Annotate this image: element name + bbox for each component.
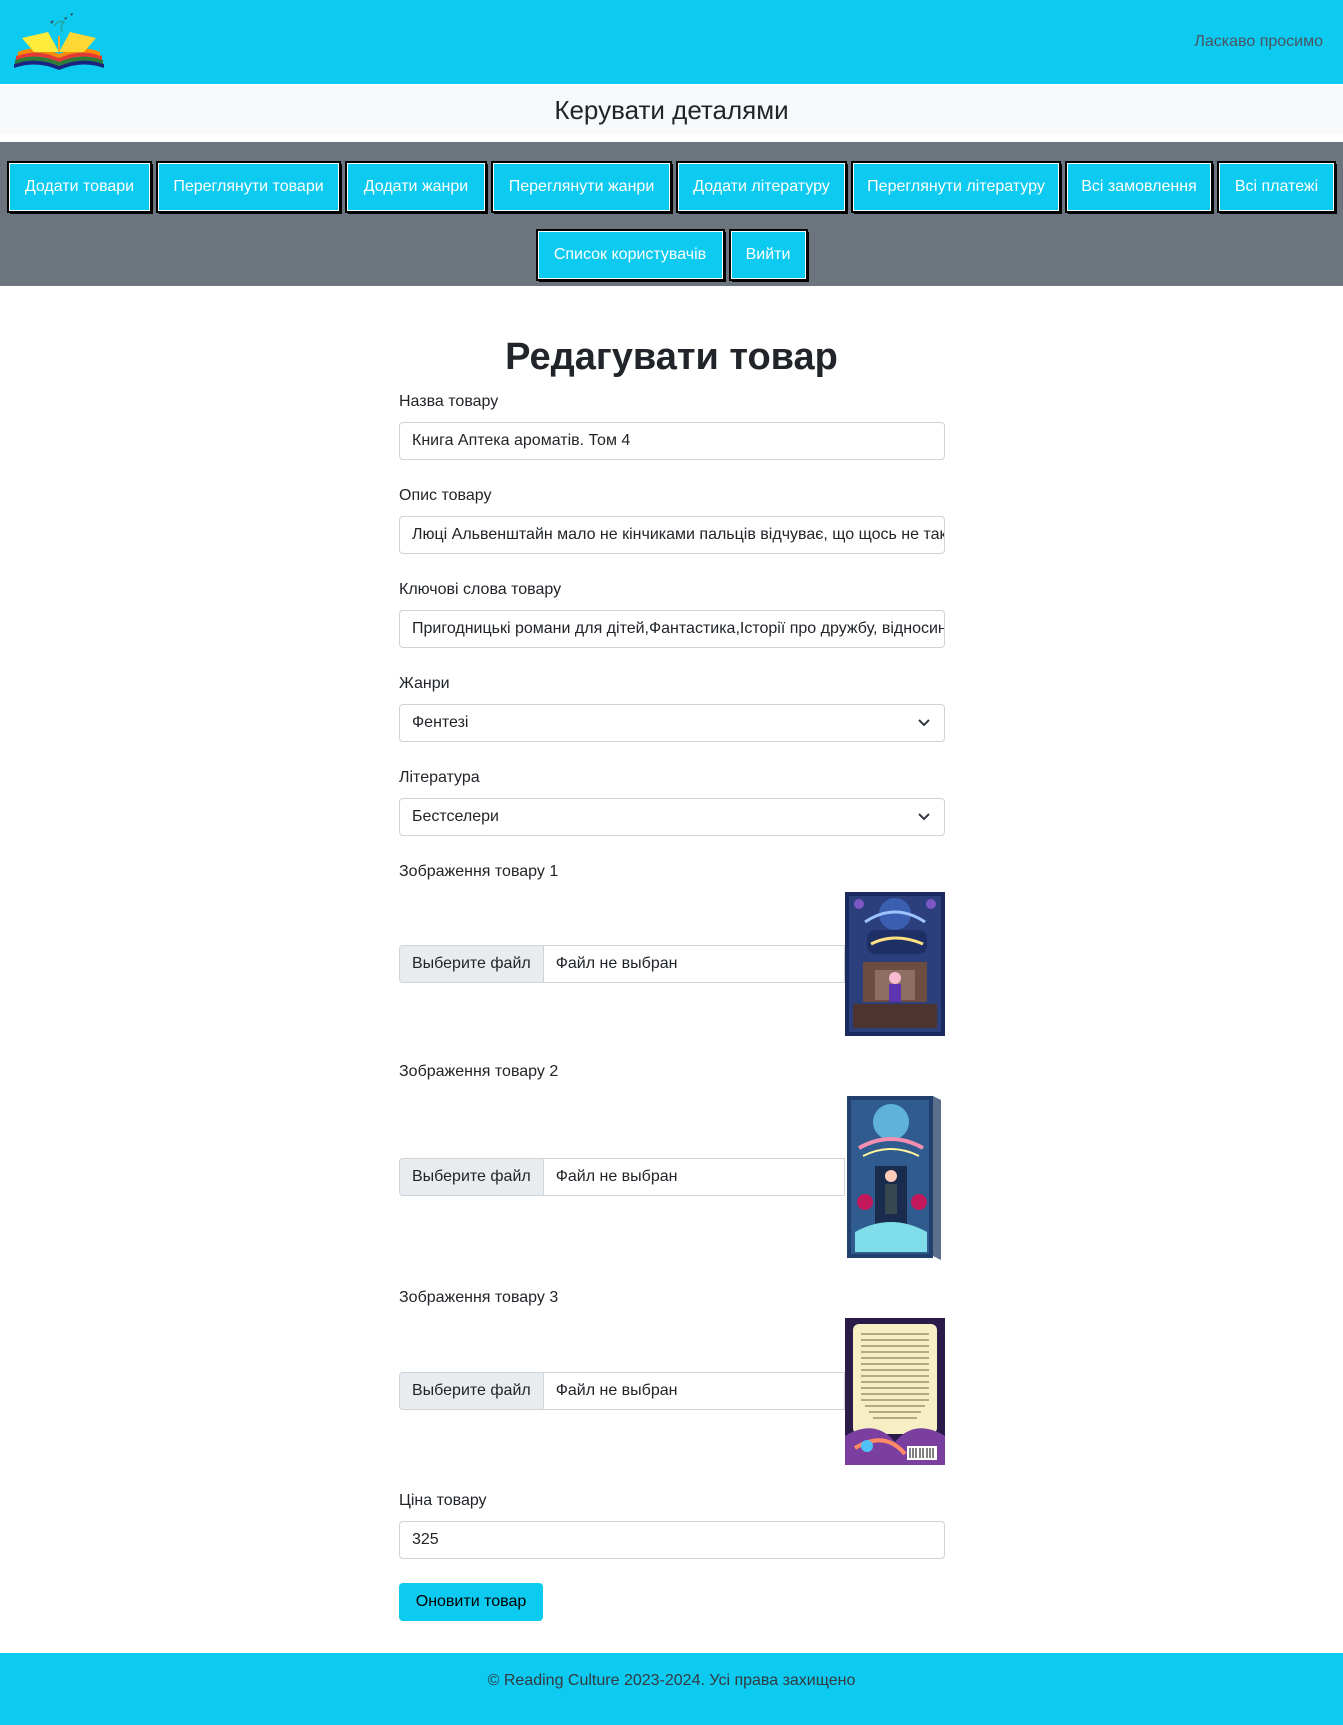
choose-file-button[interactable]: Выберите файл: [400, 946, 544, 982]
product-keywords-input[interactable]: Пригодницькі романи для дітей,Фантастика…: [399, 610, 945, 648]
product-description-input[interactable]: Люці Альвенштайн мало не кінчиками пальц…: [399, 516, 945, 554]
price-label: Ціна товару: [399, 1492, 487, 1509]
top-bar: Ласкаво просимо: [0, 0, 1343, 84]
nav-row-1: Додати товари Переглянути товари Додати …: [0, 161, 1343, 213]
file-name-text: Файл не выбран: [555, 1168, 678, 1185]
product-image-3-thumbnail: [845, 1318, 945, 1465]
image-1-label: Зображення товару 1: [399, 863, 559, 880]
section-title: Керувати деталями: [554, 95, 789, 125]
choose-file-button[interactable]: Выберите файл: [400, 1373, 544, 1409]
logout-button[interactable]: Вийти: [728, 229, 808, 281]
chevron-down-icon: [918, 813, 930, 821]
image-2-label: Зображення товару 2: [399, 1063, 559, 1080]
all-payments-button[interactable]: Всі платежі: [1217, 161, 1336, 213]
genre-select[interactable]: Фентезі: [399, 704, 945, 742]
product-image-1-thumbnail: [845, 892, 945, 1036]
image-2-file-input[interactable]: Выберите файл Файл не выбран: [399, 1158, 845, 1196]
image-1-file-input[interactable]: Выберите файл Файл не выбран: [399, 945, 845, 983]
footer: © Reading Culture 2023-2024. Усі права з…: [0, 1653, 1343, 1725]
product-name-input[interactable]: Книга Аптека ароматів. Том 4: [399, 422, 945, 460]
users-list-button[interactable]: Список користувачів: [535, 229, 725, 281]
file-name-text: Файл не выбран: [555, 1382, 678, 1399]
literature-label: Література: [399, 769, 480, 786]
literature-selected-value: Бестселери: [412, 808, 499, 825]
manage-details-header: Керувати деталями: [0, 86, 1343, 134]
add-literature-button[interactable]: Додати літературу: [676, 161, 847, 213]
product-name-label: Назва товару: [399, 393, 499, 410]
book-logo-icon[interactable]: [12, 12, 106, 74]
price-input[interactable]: 325: [399, 1521, 945, 1559]
choose-file-button[interactable]: Выберите файл: [400, 1159, 544, 1195]
chevron-down-icon: [918, 719, 930, 727]
product-image-2-thumbnail: [845, 1092, 945, 1262]
literature-select[interactable]: Бестселери: [399, 798, 945, 836]
page-title: Редагувати товар: [505, 336, 838, 378]
view-genres-button[interactable]: Переглянути жанри: [491, 161, 672, 213]
product-keywords-label: Ключові слова товару: [399, 581, 562, 598]
genre-selected-value: Фентезі: [412, 714, 469, 731]
product-description-label: Опис товару: [399, 487, 492, 504]
update-product-button[interactable]: Оновити товар: [399, 1583, 543, 1621]
view-products-button[interactable]: Переглянути товари: [156, 161, 341, 213]
view-literature-button[interactable]: Переглянути літературу: [851, 161, 1061, 213]
all-orders-button[interactable]: Всі замовлення: [1065, 161, 1213, 213]
admin-navbar: Додати товари Переглянути товари Додати …: [0, 142, 1343, 286]
add-products-button[interactable]: Додати товари: [7, 161, 152, 213]
image-3-label: Зображення товару 3: [399, 1289, 559, 1306]
genre-label: Жанри: [399, 675, 450, 692]
welcome-text: Ласкаво просимо: [1194, 33, 1323, 50]
add-genres-button[interactable]: Додати жанри: [345, 161, 487, 213]
file-name-text: Файл не выбран: [555, 955, 678, 972]
copyright-text: © Reading Culture 2023-2024. Усі права з…: [487, 1672, 856, 1689]
nav-row-2: Список користувачів Вийти: [0, 229, 1343, 281]
image-3-file-input[interactable]: Выберите файл Файл не выбран: [399, 1372, 845, 1410]
